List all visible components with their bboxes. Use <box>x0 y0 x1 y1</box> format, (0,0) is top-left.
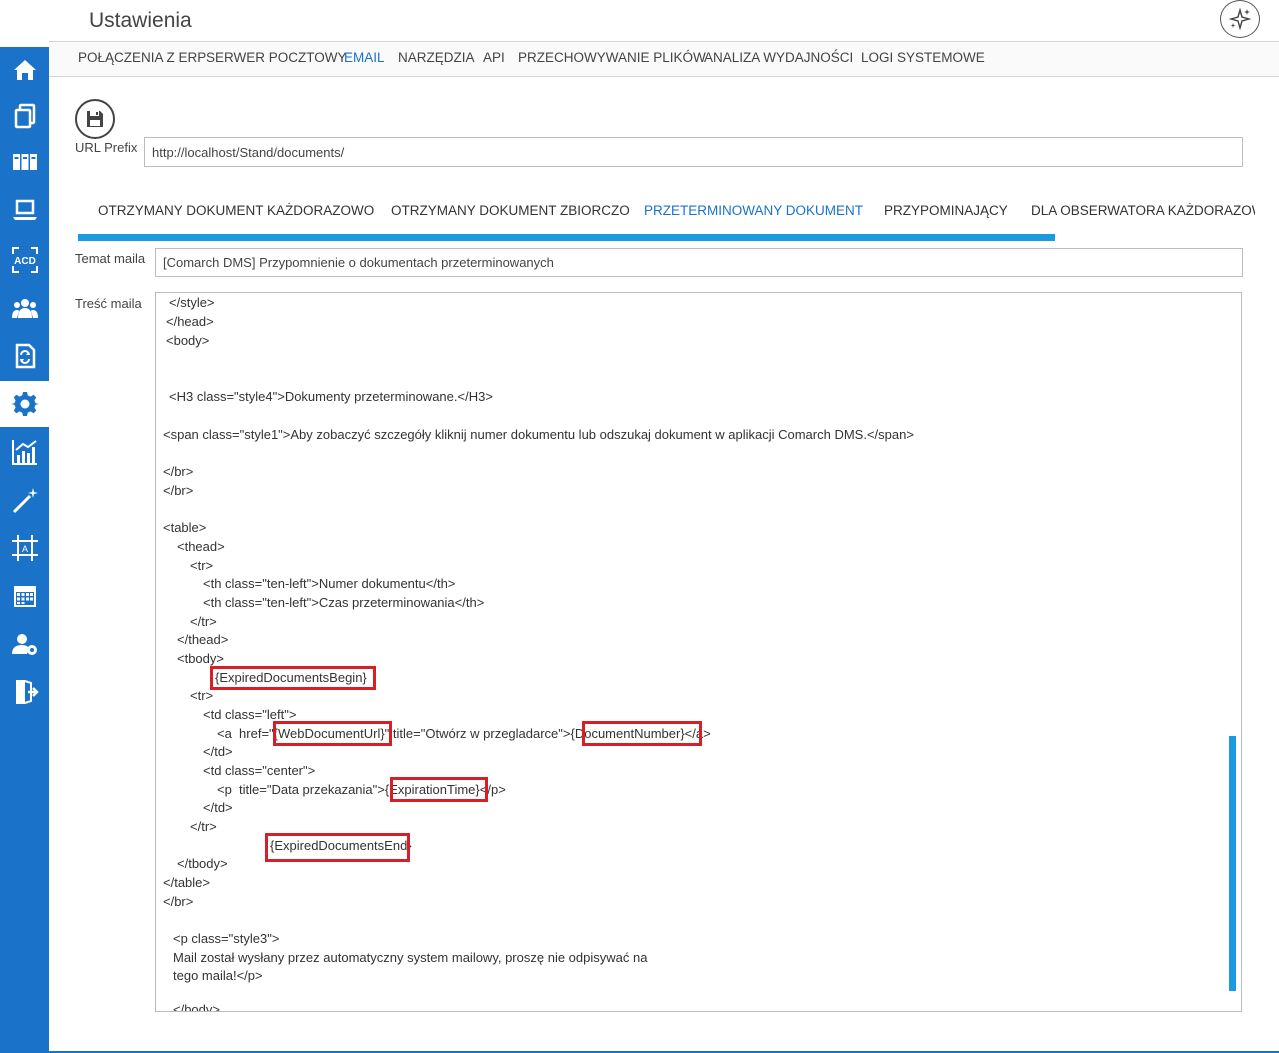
acd-icon-label: ACD <box>14 256 36 267</box>
frame-icon: A <box>11 535 38 561</box>
gear-icon <box>10 392 39 416</box>
document-sync-icon <box>15 343 35 369</box>
tab-email[interactable]: EMAIL <box>344 50 385 65</box>
code-line: <span class="style1">Aby zobaczyć szczeg… <box>163 427 914 442</box>
chart-icon <box>11 440 37 465</box>
code-line: </head> <box>166 314 214 329</box>
code-line: <body> <box>166 333 210 348</box>
code-line: <p class="style3"> <box>173 931 280 946</box>
code-line: </tr> <box>190 614 217 629</box>
highlight-document-number <box>582 721 702 746</box>
sidebar-item-wizard[interactable] <box>0 477 49 523</box>
code-line: </br> <box>163 894 194 909</box>
home-icon <box>13 60 36 80</box>
code-line: <thead> <box>177 539 225 554</box>
code-line: </br> <box>163 464 194 479</box>
code-line: </body> <box>173 1002 220 1012</box>
code-line: </style> <box>169 295 215 310</box>
sidebar-item-calendar[interactable] <box>0 573 49 619</box>
user-settings-icon <box>11 634 37 655</box>
sidebar-item-users[interactable] <box>0 285 49 331</box>
code-line: <th class="ten-left">Numer dokumentu</th… <box>203 576 456 591</box>
highlight-expiration-time <box>390 777 488 802</box>
code-line: Mail został wysłany przez automatyczny s… <box>173 950 648 965</box>
highlight-web-document-url <box>273 721 392 746</box>
sidebar-item-document-sync[interactable] <box>0 333 49 379</box>
sidebar-item-settings[interactable] <box>0 381 49 427</box>
subtab-scroll-indicator[interactable] <box>78 234 1055 241</box>
sidebar-item-documents[interactable] <box>0 93 49 139</box>
code-line: tego maila!</p> <box>173 968 263 983</box>
calendar-icon <box>13 586 36 607</box>
subtab-received-batch[interactable]: OTRZYMANY DOKUMENT ZBIORCZO <box>391 203 630 218</box>
floppy-disk-icon <box>87 111 103 127</box>
logout-icon <box>15 680 39 704</box>
highlight-expired-begin <box>210 666 376 690</box>
sparkles-icon <box>1228 7 1252 31</box>
code-line: <td class="left"> <box>203 707 297 722</box>
subtab-expired-document[interactable]: PRZETERMINOWANY DOKUMENT <box>644 203 863 218</box>
code-line: <td class="center"> <box>203 763 316 778</box>
subtab-received-each[interactable]: OTRZYMANY DOKUMENT KAŻDORAZOWO <box>98 203 374 218</box>
code-line: </table> <box>163 875 210 890</box>
url-prefix-input[interactable]: http://localhost/Stand/documents/ <box>144 137 1243 167</box>
sidebar-item-user-settings[interactable] <box>0 621 49 667</box>
page-title: Ustawienia <box>89 9 192 32</box>
tab-mail-server[interactable]: SERWER POCZTOWY <box>206 50 347 65</box>
frame-icon-label: A <box>21 544 27 554</box>
users-icon <box>11 299 38 318</box>
documents-icon <box>14 103 35 129</box>
sidebar-item-binders[interactable] <box>0 139 49 185</box>
subject-input[interactable]: [Comarch DMS] Przypomnienie o dokumentac… <box>155 248 1243 277</box>
sidebar-item-logout[interactable] <box>0 669 49 715</box>
code-line: <table> <box>163 520 207 535</box>
tab-performance-analysis[interactable]: ANALIZA WYDAJNOŚCI <box>704 50 853 65</box>
editor-scrollbar[interactable] <box>1229 736 1236 991</box>
sidebar: ACD A <box>0 47 49 1053</box>
code-line: </tr> <box>190 819 217 834</box>
code-line: </td> <box>203 744 233 759</box>
code-line: </thead> <box>177 632 229 647</box>
tab-system-logs[interactable]: LOGI SYSTEMOWE <box>861 50 985 65</box>
tab-tools[interactable]: NARZĘDZIA <box>398 50 475 65</box>
sidebar-item-frame[interactable]: A <box>0 525 49 571</box>
subtab-reminder[interactable]: PRZYPOMINAJĄCY <box>884 203 1008 218</box>
code-line: <tr> <box>190 558 214 573</box>
settings-tabs: POŁĄCZENIA Z ERP SERWER POCZTOWY EMAIL N… <box>49 41 1279 77</box>
assistant-button[interactable] <box>1220 0 1260 38</box>
highlight-expired-end <box>265 833 410 862</box>
sidebar-item-acd[interactable]: ACD <box>0 237 49 283</box>
sidebar-item-analytics[interactable] <box>0 429 49 475</box>
code-line: <H3 class="style4">Dokumenty przetermino… <box>169 389 493 404</box>
tab-file-storage[interactable]: PRZECHOWYWANIE PLIKÓW <box>518 50 706 65</box>
save-button[interactable] <box>75 99 115 139</box>
body-editor[interactable]: </style> </head> <body> <H3 class="style… <box>155 292 1242 1012</box>
magic-wand-icon <box>12 488 38 514</box>
subtab-observer-each[interactable]: DLA OBSERWATORA KAŻDORAZOWC <box>1031 203 1255 218</box>
code-line: </tbody> <box>177 856 228 871</box>
code-line: </br> <box>163 483 194 498</box>
sidebar-item-laptop[interactable] <box>0 187 49 233</box>
code-line: <th class="ten-left">Czas przeterminowan… <box>203 595 485 610</box>
binders-icon <box>12 154 37 170</box>
code-line: </td> <box>203 800 233 815</box>
acd-icon: ACD <box>11 247 38 273</box>
sidebar-item-home[interactable] <box>0 47 49 93</box>
tab-api[interactable]: API <box>483 50 505 65</box>
code-line: <tbody> <box>177 651 224 666</box>
laptop-icon <box>12 199 37 220</box>
code-line: <tr> <box>190 688 214 703</box>
url-prefix-label: URL Prefix <box>75 140 138 155</box>
subject-label: Temat maila <box>75 251 146 266</box>
tab-erp-connections[interactable]: POŁĄCZENIA Z ERP <box>78 50 206 65</box>
body-label: Treść maila <box>75 296 142 311</box>
